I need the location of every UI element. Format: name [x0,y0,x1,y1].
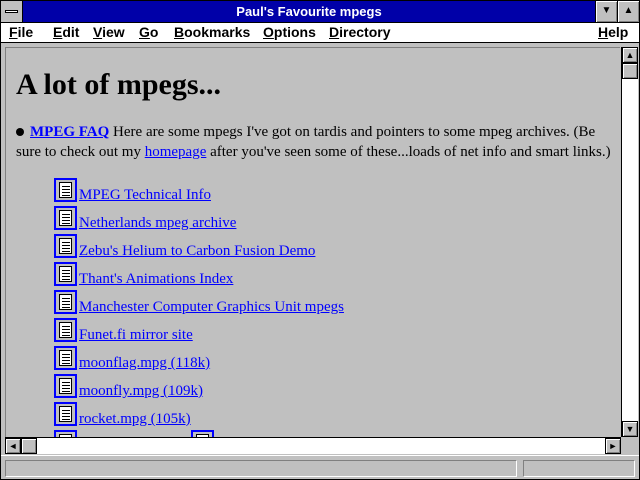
document-icon[interactable] [54,374,77,398]
scroll-right-button[interactable]: ► [605,438,621,454]
horizontal-scroll-thumb[interactable] [21,438,37,454]
scrollbar-corner [621,437,638,454]
progress-indicator [523,460,635,477]
menu-view[interactable]: View [93,23,125,42]
window-title: Paul's Favourite mpegs [236,4,382,19]
browser-window: Paul's Favourite mpegs ▼ ▲ File Edit Vie… [0,0,640,480]
status-text [5,460,517,477]
mpeg-faq-link[interactable]: MPEG FAQ [30,124,109,140]
horizontal-scrollbar[interactable]: ◄ ► [5,437,621,454]
mpeg-link[interactable]: MPEG Technical Info [79,186,211,204]
title-bar[interactable]: Paul's Favourite mpegs ▼ ▲ [1,1,639,23]
menu-go[interactable]: Go [139,23,158,42]
menu-bar: File Edit View Go Bookmarks Options Dire… [1,23,639,43]
bullet-icon [16,128,24,137]
vertical-scroll-thumb[interactable] [622,63,638,79]
mpeg-link[interactable]: moonflag.mpg (118k) [79,354,210,372]
intro-paragraph: MPEG FAQ Here are some mpegs I've got on… [16,122,616,162]
document-icon[interactable] [54,402,77,426]
vertical-scrollbar[interactable]: ▲ ▼ [621,47,638,437]
system-menu-button[interactable] [1,1,23,22]
document-icon[interactable] [54,234,77,258]
scroll-up-button[interactable]: ▲ [622,47,638,63]
mpeg-link[interactable]: Thant's Animations Index [79,270,233,288]
status-bar [1,455,639,479]
image-icon[interactable] [191,430,214,437]
intro-tail: after you've seen some of these...loads … [206,144,611,160]
maximize-button[interactable]: ▲ [617,1,639,22]
mpeg-link[interactable]: Manchester Computer Graphics Unit mpegs [79,298,344,316]
document-icon[interactable] [54,178,77,202]
document-icon[interactable] [54,318,77,342]
scroll-left-button[interactable]: ◄ [5,438,21,454]
menu-edit[interactable]: Edit [53,23,79,42]
system-menu-icon [5,10,18,13]
menu-help[interactable]: Help [598,23,628,42]
document-icon[interactable] [54,262,77,286]
document-view[interactable]: A lot of mpegs... MPEG FAQ Here are some… [5,47,620,437]
mpeg-link[interactable]: rocket.mpg (105k) [79,410,191,428]
document-icon[interactable] [54,290,77,314]
menu-directory[interactable]: Directory [329,23,390,42]
menu-file[interactable]: File [9,23,33,42]
menu-bookmarks[interactable]: Bookmarks [174,23,250,42]
mpeg-link[interactable]: Netherlands mpeg archive [79,214,236,232]
mpeg-link[interactable]: Zebu's Helium to Carbon Fusion Demo [79,242,315,260]
mpeg-link[interactable]: moonfly.mpg (109k) [79,382,203,400]
document-icon[interactable] [54,346,77,370]
menu-options[interactable]: Options [263,23,316,42]
mpeg-link[interactable]: Funet.fi mirror site [79,326,193,344]
document-icon[interactable] [54,206,77,230]
homepage-link[interactable]: homepage [145,144,207,160]
scroll-down-button[interactable]: ▼ [622,421,638,437]
minimize-button[interactable]: ▼ [595,1,617,22]
document-icon[interactable] [54,430,77,437]
page-heading: A lot of mpegs... [16,68,221,101]
